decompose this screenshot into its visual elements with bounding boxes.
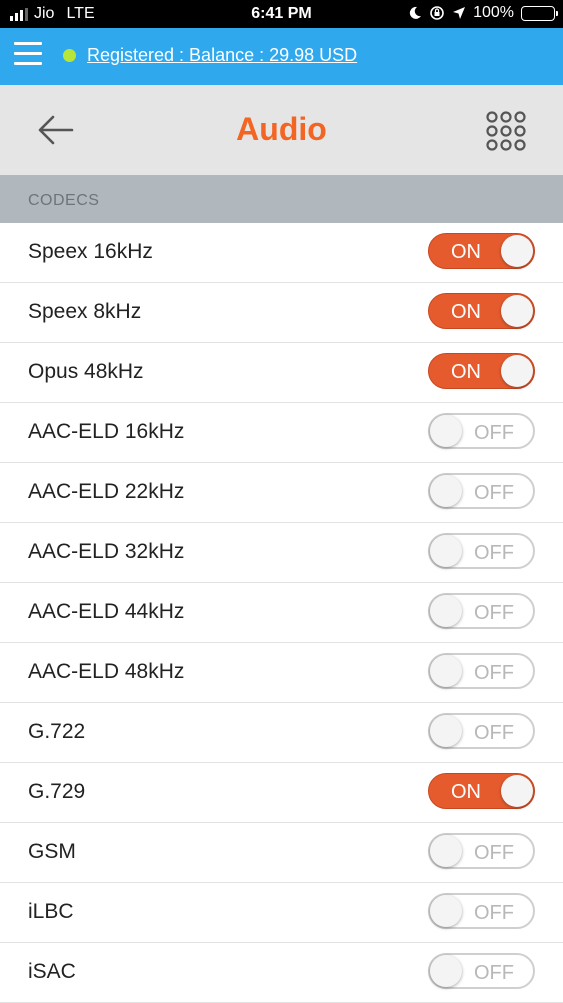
codec-toggle[interactable]: OFF [428, 893, 535, 929]
codec-name: G.729 [28, 780, 86, 803]
codec-toggle[interactable]: ON [428, 293, 535, 329]
toggle-state-label: OFF [474, 542, 514, 564]
codec-list: Speex 16kHz ON Speex 8kHz ON Opus 48kHz ON AAC… [0, 223, 563, 1003]
toggle-knob[interactable] [501, 235, 533, 267]
toggle-state-label: OFF [474, 662, 514, 684]
codec-toggle[interactable]: OFF [428, 593, 535, 629]
toggle-knob[interactable] [430, 535, 462, 567]
codec-name: iSAC [28, 960, 76, 983]
toggle-knob[interactable] [501, 355, 533, 387]
rotation-lock-icon [430, 6, 444, 20]
codec-row: G.722 OFF [0, 703, 563, 763]
codec-toggle[interactable]: OFF [428, 653, 535, 689]
codec-name: AAC-ELD 16kHz [28, 420, 185, 443]
codec-name: AAC-ELD 44kHz [28, 600, 185, 623]
codec-toggle[interactable]: OFF [428, 533, 535, 569]
toggle-state-label: OFF [474, 722, 514, 744]
toggle-knob[interactable] [430, 715, 462, 747]
toggle-state-label: OFF [474, 962, 514, 984]
codec-name: Opus 48kHz [28, 360, 144, 383]
toggle-state-label: OFF [474, 422, 514, 444]
codec-row: AAC-ELD 16kHz OFF [0, 403, 563, 463]
toggle-state-label: OFF [474, 482, 514, 504]
balance-link[interactable]: Registered : Balance : 29.98 USD [87, 45, 357, 66]
codec-name: Speex 16kHz [28, 240, 153, 263]
hamburger-menu-icon[interactable] [14, 42, 42, 68]
codec-name: AAC-ELD 32kHz [28, 540, 185, 563]
toggle-state-label: OFF [474, 902, 514, 924]
codec-name: GSM [28, 840, 76, 863]
codec-row: AAC-ELD 22kHz OFF [0, 463, 563, 523]
location-icon [453, 7, 466, 19]
codec-row: AAC-ELD 44kHz OFF [0, 583, 563, 643]
codec-name: AAC-ELD 48kHz [28, 660, 185, 683]
codec-toggle[interactable]: OFF [428, 833, 535, 869]
toggle-state-label: OFF [474, 842, 514, 864]
codec-row: Opus 48kHz ON [0, 343, 563, 403]
codec-name: Speex 8kHz [28, 300, 142, 323]
section-header-label: CODECS [28, 192, 100, 209]
codec-row: Speex 8kHz ON [0, 283, 563, 343]
codec-toggle[interactable]: OFF [428, 473, 535, 509]
toggle-knob[interactable] [430, 955, 462, 987]
codec-row: AAC-ELD 32kHz OFF [0, 523, 563, 583]
toggle-state-label: ON [451, 241, 481, 263]
codec-row: iSAC OFF [0, 943, 563, 1003]
toggle-knob[interactable] [430, 835, 462, 867]
toggle-knob[interactable] [430, 415, 462, 447]
toggle-knob[interactable] [430, 595, 462, 627]
codec-row: AAC-ELD 48kHz OFF [0, 643, 563, 703]
toggle-state-label: ON [451, 361, 481, 383]
codec-name: AAC-ELD 22kHz [28, 480, 185, 503]
codec-row: Speex 16kHz ON [0, 223, 563, 283]
title-bar: Audio [0, 85, 563, 175]
codec-toggle[interactable]: OFF [428, 413, 535, 449]
codec-name: G.722 [28, 720, 86, 743]
toggle-knob[interactable] [430, 475, 462, 507]
registration-status-dot [63, 49, 76, 62]
page-title: Audio [236, 111, 327, 147]
codec-row: GSM OFF [0, 823, 563, 883]
status-bar: Jio LTE 6:41 PM 100% [0, 0, 563, 28]
toggle-state-label: OFF [474, 602, 514, 624]
grid-dots-icon [486, 111, 526, 151]
toggle-state-label: ON [451, 301, 481, 323]
codec-toggle[interactable]: ON [428, 773, 535, 809]
section-header: CODECS [0, 175, 563, 223]
grid-menu-button[interactable] [484, 109, 528, 153]
codec-toggle[interactable]: ON [428, 233, 535, 269]
codec-row: G.729 ON [0, 763, 563, 823]
battery-icon [521, 5, 558, 21]
status-right: 100% [408, 4, 558, 22]
toggle-knob[interactable] [430, 655, 462, 687]
toggle-knob[interactable] [430, 895, 462, 927]
moon-icon [409, 6, 422, 19]
toggle-state-label: ON [451, 781, 481, 803]
codec-toggle[interactable]: OFF [428, 953, 535, 989]
codec-row: iLBC OFF [0, 883, 563, 943]
battery-percent: 100% [473, 4, 514, 21]
codec-name: iLBC [28, 900, 74, 923]
codec-toggle[interactable]: ON [428, 353, 535, 389]
codec-toggle[interactable]: OFF [428, 713, 535, 749]
top-bar: Registered : Balance : 29.98 USD [0, 28, 563, 85]
toggle-knob[interactable] [501, 295, 533, 327]
toggle-knob[interactable] [501, 775, 533, 807]
